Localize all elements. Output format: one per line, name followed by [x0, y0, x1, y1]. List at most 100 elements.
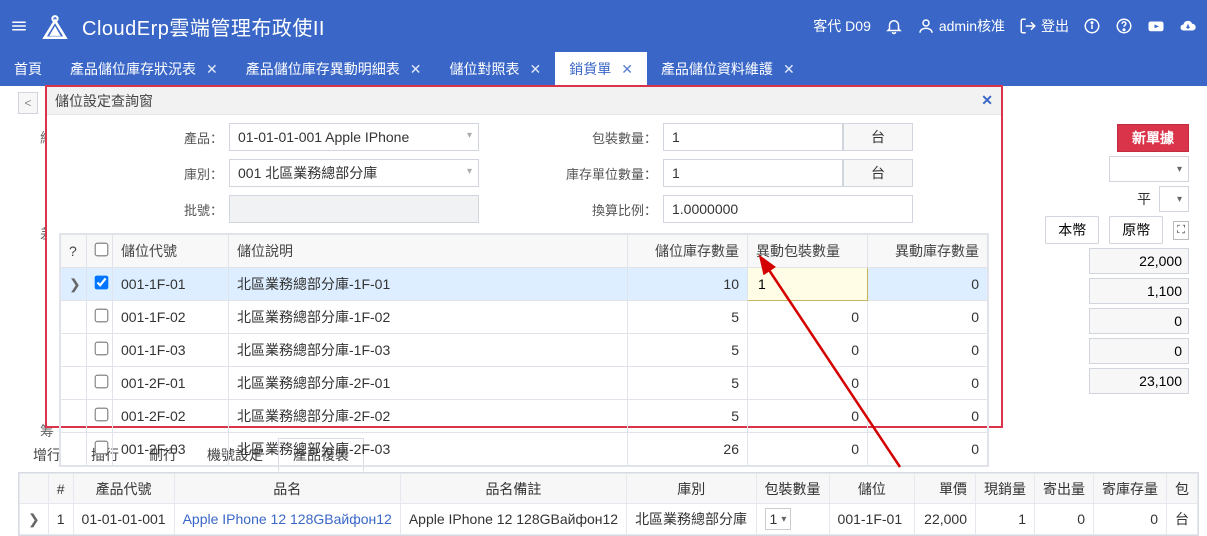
- close-icon[interactable]: ✕: [981, 92, 993, 109]
- amount-field[interactable]: [1089, 278, 1189, 304]
- pack-move[interactable]: 0: [748, 433, 868, 466]
- pack-move-input[interactable]: [748, 268, 868, 301]
- wh-label: 庫別：: [59, 164, 229, 183]
- video-icon[interactable]: [1147, 17, 1165, 35]
- expand-icon[interactable]: ❯: [61, 268, 87, 301]
- logout-link[interactable]: 登出: [1019, 16, 1069, 36]
- pack-move[interactable]: 0: [748, 301, 868, 334]
- bin-code: 001-1F-01: [113, 268, 229, 301]
- close-icon[interactable]: ✕: [410, 61, 422, 78]
- tab-bin-maintain[interactable]: 產品儲位資料維護✕: [647, 52, 809, 86]
- help-icon[interactable]: [1115, 17, 1133, 35]
- lot-input[interactable]: [229, 195, 479, 223]
- app-logo-icon: [42, 13, 68, 39]
- tab-home[interactable]: 首頁: [0, 52, 56, 86]
- table-row[interactable]: 001-1F-02 北區業務總部分庫-1F-02 5 0 0: [61, 301, 988, 334]
- pack-move[interactable]: 0: [748, 334, 868, 367]
- expand-icon[interactable]: ⛶: [1173, 221, 1189, 240]
- bin-desc: 北區業務總部分庫-2F-01: [229, 367, 628, 400]
- info-icon[interactable]: [1083, 17, 1101, 35]
- bin-desc: 北區業務總部分庫-1F-02: [229, 301, 628, 334]
- right-panel: 新單據 平 本幣 原幣 ⛶: [1045, 124, 1189, 394]
- amount-field[interactable]: [1089, 248, 1189, 274]
- dropdown-field[interactable]: [1159, 186, 1189, 212]
- amount-field[interactable]: [1089, 368, 1189, 394]
- table-row[interactable]: ❯ 001-1F-01 北區業務總部分庫-1F-01 10 0: [61, 268, 988, 301]
- hamburger-icon[interactable]: [10, 17, 28, 35]
- pack-move[interactable]: 0: [748, 367, 868, 400]
- col-wh[interactable]: 庫別: [627, 474, 756, 504]
- tab-bin-map[interactable]: 儲位對照表✕: [435, 52, 555, 86]
- dropdown-field[interactable]: [1109, 156, 1189, 182]
- select-all-checkbox[interactable]: [87, 235, 113, 268]
- bin-code: 001-1F-02: [113, 301, 229, 334]
- close-icon[interactable]: ✕: [206, 61, 218, 78]
- bin-code: 001-2F-03: [113, 433, 229, 466]
- orig-currency-button[interactable]: 原幣: [1109, 216, 1163, 244]
- col-code[interactable]: 產品代號: [73, 474, 174, 504]
- pager-prev[interactable]: <: [18, 92, 38, 114]
- inv-move: 0: [868, 367, 988, 400]
- inv-move: 0: [868, 400, 988, 433]
- col-pack-move[interactable]: 異動包裝數量: [748, 235, 868, 268]
- pack-qty-unit: 台: [843, 123, 913, 151]
- col-out-qty[interactable]: 寄出量: [1034, 474, 1093, 504]
- amount-field[interactable]: [1089, 338, 1189, 364]
- table-row[interactable]: 001-1F-03 北區業務總部分庫-1F-03 5 0 0: [61, 334, 988, 367]
- product-select[interactable]: 01-01-01-001 Apple IPhone: [229, 123, 479, 151]
- bell-icon[interactable]: [885, 17, 903, 35]
- col-name[interactable]: 品名: [174, 474, 400, 504]
- bin-code: 001-2F-02: [113, 400, 229, 433]
- pack-move[interactable]: 0: [748, 400, 868, 433]
- col-pack-qty[interactable]: 包裝數量: [756, 474, 829, 504]
- amount-field[interactable]: [1089, 308, 1189, 334]
- tab-stock-move-detail[interactable]: 產品儲位庫存異動明細表✕: [232, 52, 436, 86]
- col-inv-move[interactable]: 異動庫存數量: [868, 235, 988, 268]
- row-checkbox[interactable]: [95, 375, 109, 389]
- inv-move: 0: [868, 433, 988, 466]
- col-bin[interactable]: 儲位: [829, 474, 915, 504]
- row-checkbox[interactable]: [95, 441, 109, 455]
- row-checkbox[interactable]: [95, 276, 109, 290]
- table-row[interactable]: 001-2F-01 北區業務總部分庫-2F-01 5 0 0: [61, 367, 988, 400]
- app-title: CloudErp雲端管理布政使II: [82, 12, 325, 41]
- tab-stock-status[interactable]: 產品儲位庫存狀況表✕: [56, 52, 232, 86]
- modal-title: 儲位設定查詢窗: [55, 91, 153, 111]
- bin-desc: 北區業務總部分庫-2F-02: [229, 400, 628, 433]
- close-icon[interactable]: ✕: [529, 61, 541, 78]
- bin-qty: 26: [628, 433, 748, 466]
- close-icon[interactable]: ✕: [621, 61, 633, 78]
- col-expand: [20, 474, 49, 504]
- local-currency-button[interactable]: 本幣: [1045, 216, 1099, 244]
- new-document-button[interactable]: 新單據: [1117, 124, 1189, 152]
- help-header-icon[interactable]: ?: [61, 235, 87, 268]
- col-price[interactable]: 單價: [915, 474, 976, 504]
- col-bin-code[interactable]: 儲位代號: [113, 235, 229, 268]
- col-note[interactable]: 品名備註: [400, 474, 626, 504]
- bin-qty: 5: [628, 400, 748, 433]
- top-bar: CloudErp雲端管理布政使II 客代 D09 admin核准 登出: [0, 0, 1207, 52]
- col-bin-qty[interactable]: 儲位庫存數量: [628, 235, 748, 268]
- col-now-sales[interactable]: 現銷量: [975, 474, 1034, 504]
- customer-label[interactable]: 客代 D09: [813, 16, 871, 36]
- close-icon[interactable]: ✕: [783, 61, 795, 78]
- col-bin-desc[interactable]: 儲位說明: [229, 235, 628, 268]
- pack-qty-label: 包裝數量：: [523, 128, 663, 147]
- product-label: 產品：: [59, 128, 229, 147]
- table-row[interactable]: 001-2F-02 北區業務總部分庫-2F-02 5 0 0: [61, 400, 988, 433]
- bin-qty: 10: [628, 268, 748, 301]
- row-checkbox[interactable]: [95, 408, 109, 422]
- col-store-qty[interactable]: 寄庫存量: [1093, 474, 1166, 504]
- warehouse-select[interactable]: 001 北區業務總部分庫: [229, 159, 479, 187]
- col-idx[interactable]: #: [48, 474, 73, 504]
- pack-qty-field[interactable]: 1: [663, 123, 843, 151]
- table-row[interactable]: 001-2F-03 北區業務總部分庫-2F-03 26 0 0: [61, 433, 988, 466]
- row-checkbox[interactable]: [95, 309, 109, 323]
- tab-sales-order[interactable]: 銷貨單✕: [555, 52, 647, 86]
- col-unit[interactable]: 包: [1166, 474, 1197, 504]
- user-badge[interactable]: admin核准: [917, 16, 1005, 36]
- row-checkbox[interactable]: [95, 342, 109, 356]
- inv-qty-field[interactable]: 1: [663, 159, 843, 187]
- cloud-download-icon[interactable]: [1179, 17, 1197, 35]
- ratio-field[interactable]: 1.0000000: [663, 195, 913, 223]
